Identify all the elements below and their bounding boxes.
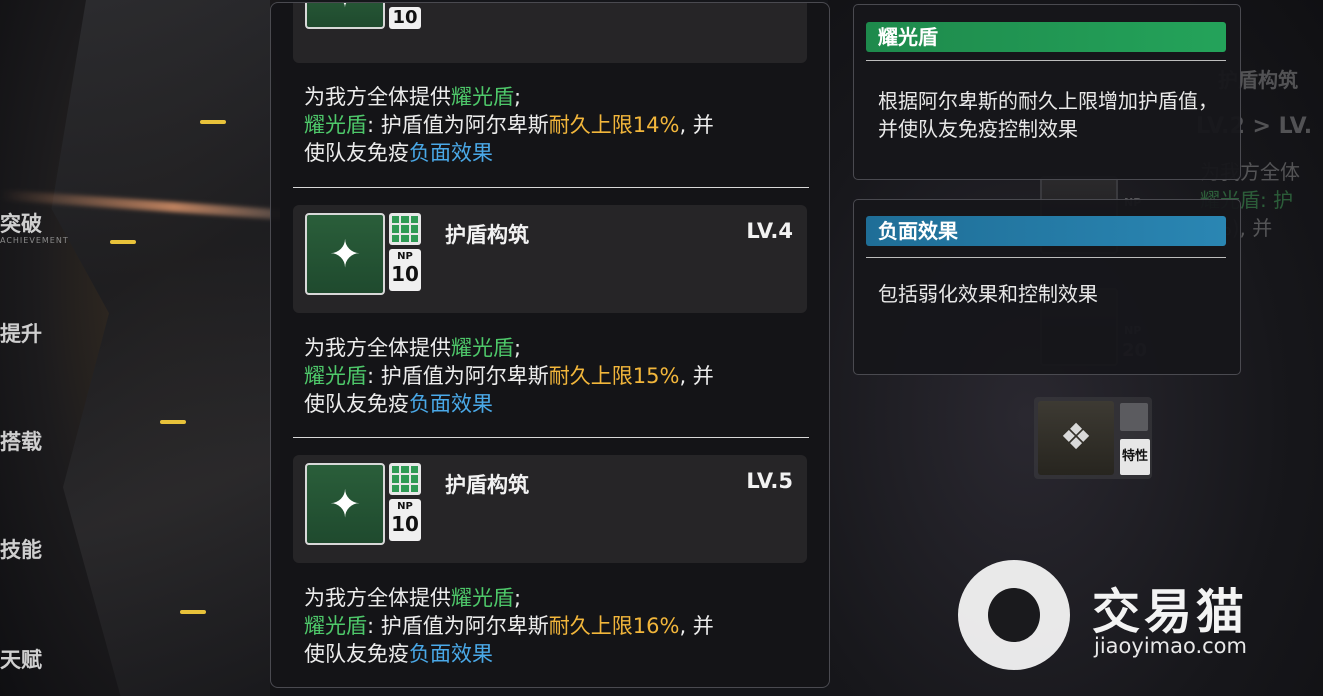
watermark-cat-logo <box>958 560 1070 670</box>
nav-item-skill[interactable]: 技能 <box>0 534 42 564</box>
accent-dash <box>160 420 186 424</box>
skill-card-lv4: ✦ NP 10 护盾构筑 LV.4 <box>293 205 807 313</box>
skill-description-lv5: 为我方全体提供耀光盾; 耀光盾: 护盾值为阿尔卑斯耐久上限16%, 并 使队友免… <box>304 586 714 666</box>
skill-level-panel[interactable]: ✦ 10 为我方全体提供耀光盾; 耀光盾: 护盾值为阿尔卑斯耐久上限14%, 并… <box>270 2 830 688</box>
tooltip-title: 负面效果 <box>866 216 1226 246</box>
nav-item-upgrade[interactable]: 提升 <box>0 318 42 348</box>
accent-dash <box>180 610 206 614</box>
skill-card-lv5: ✦ NP 10 护盾构筑 LV.5 <box>293 455 807 563</box>
tooltip-title: 耀光盾 <box>866 22 1226 52</box>
skill-card-partial: ✦ 10 <box>293 3 807 63</box>
np-badge: NP 10 <box>389 499 421 541</box>
side-nav: 突破 ACHIEVEMENT 提升 搭载 技能 天赋 <box>0 0 68 696</box>
trait-badge: 特性 <box>1120 439 1150 475</box>
divider <box>293 187 809 188</box>
nav-sub-label: ACHIEVEMENT <box>0 236 69 245</box>
divider <box>866 60 1226 61</box>
tooltip-negative-effect: 负面效果 包括弱化效果和控制效果 <box>853 199 1241 375</box>
skill-description-lv4: 为我方全体提供耀光盾; 耀光盾: 护盾值为阿尔卑斯耐久上限15%, 并 使队友免… <box>304 336 714 416</box>
mech-silhouette <box>51 0 270 696</box>
trait-emblem-icon: ❖ <box>1038 401 1114 475</box>
divider <box>866 257 1226 258</box>
skill-name: 护盾构筑 <box>445 223 529 247</box>
np-badge: 10 <box>389 7 421 29</box>
watermark-brand: 交易猫 <box>1092 584 1249 640</box>
accent-dash <box>200 120 226 124</box>
skill-name: 护盾构筑 <box>445 473 529 497</box>
nav-item-equip[interactable]: 搭载 <box>0 426 42 456</box>
shield-build-icon: ✦ <box>305 463 385 545</box>
watermark-url: jiaoyimao.com <box>1094 634 1247 658</box>
grid-icon <box>389 213 421 245</box>
divider <box>293 437 809 438</box>
negative-effect-link[interactable]: 负面效果 <box>409 141 493 165</box>
skill-level: LV.5 <box>746 469 793 493</box>
np-badge: NP 10 <box>389 249 421 291</box>
nav-item-talent[interactable]: 天赋 <box>0 644 42 674</box>
shield-build-icon: ✦ <box>305 213 385 295</box>
grid-icon <box>389 463 421 495</box>
skill-description-lv3: 为我方全体提供耀光盾; 耀光盾: 护盾值为阿尔卑斯耐久上限14%, 并 使队友免… <box>304 85 714 165</box>
tooltip-radiant-shield: 耀光盾 根据阿尔卑斯的耐久上限增加护盾值，并使队友免疫控制效果 <box>853 4 1241 180</box>
shield-build-icon: ✦ <box>305 3 385 29</box>
tooltip-body: 根据阿尔卑斯的耐久上限增加护盾值，并使队友免疫控制效果 <box>878 89 1218 141</box>
accent-dash <box>110 240 136 244</box>
negative-effect-link[interactable]: 负面效果 <box>409 642 493 666</box>
nav-item-breakthrough[interactable]: 突破 <box>0 208 42 238</box>
trait-skill-tile[interactable]: ❖ 特性 <box>1034 397 1152 479</box>
tooltip-body: 包括弱化效果和控制效果 <box>878 282 1098 306</box>
negative-effect-link[interactable]: 负面效果 <box>409 392 493 416</box>
grid-icon <box>1120 403 1148 431</box>
skill-level: LV.4 <box>746 219 793 243</box>
